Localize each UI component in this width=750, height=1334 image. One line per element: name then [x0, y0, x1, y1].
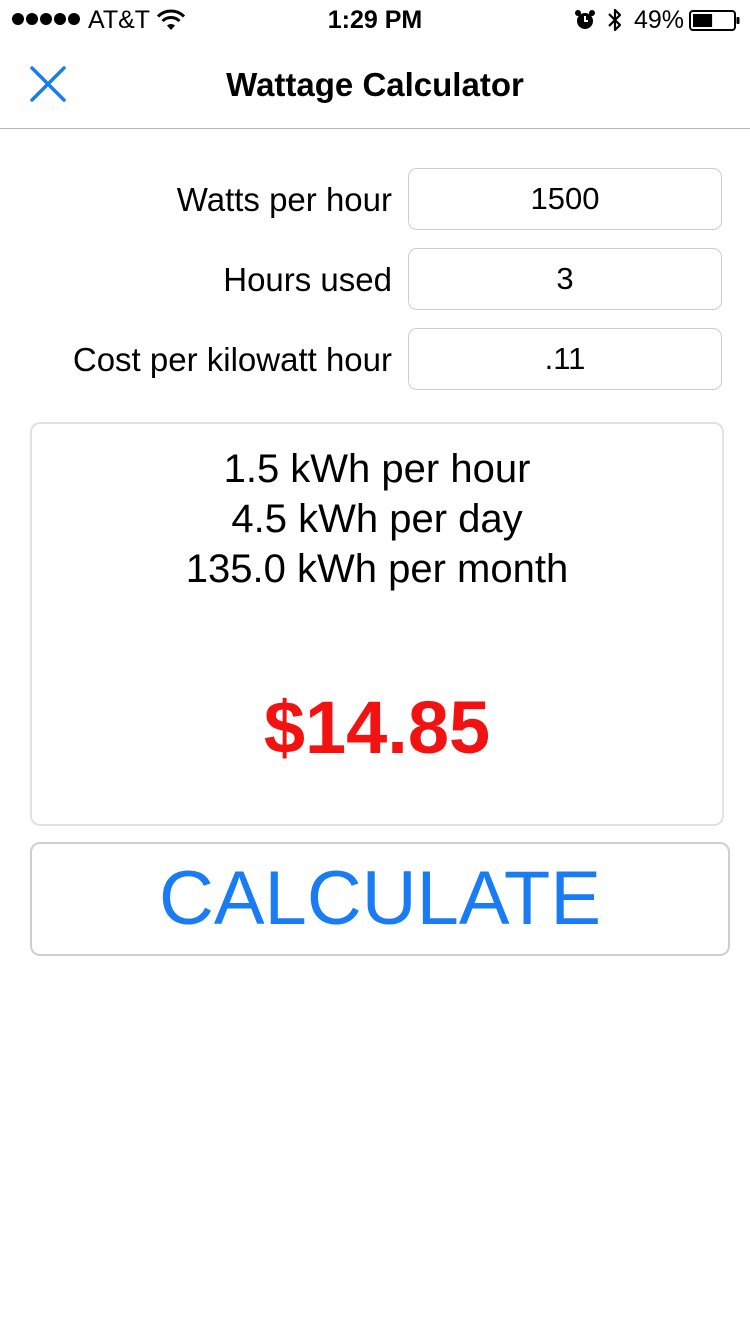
- battery-icon: [689, 10, 740, 31]
- status-bar: AT&T 1:29 PM 49%: [0, 0, 750, 40]
- cost-input[interactable]: [408, 328, 722, 390]
- watts-label: Watts per hour: [176, 181, 392, 218]
- kwh-per-hour: 1.5 kWh per hour: [223, 447, 531, 491]
- cost-label: Cost per kilowatt hour: [72, 341, 392, 378]
- hours-row: Hours used: [0, 248, 750, 312]
- kwh-per-day: 4.5 kWh per day: [231, 497, 523, 541]
- watts-row: Watts per hour: [0, 168, 750, 232]
- battery-fill: [693, 14, 713, 27]
- battery-percent: 49%: [634, 6, 685, 34]
- alarm-icon: [575, 10, 595, 29]
- calculate-button[interactable]: CALCULATE: [30, 842, 730, 956]
- hours-input[interactable]: [408, 248, 722, 310]
- results-panel: 1.5 kWh per hour 4.5 kWh per day 135.0 k…: [30, 422, 724, 826]
- total-cost: $14.85: [263, 686, 491, 769]
- bluetooth-icon: [608, 8, 622, 32]
- cost-row: Cost per kilowatt hour: [0, 328, 750, 392]
- navigation-bar: Wattage Calculator: [0, 40, 750, 129]
- page-title: Wattage Calculator: [226, 66, 524, 103]
- close-button[interactable]: [26, 62, 70, 106]
- hours-label: Hours used: [223, 261, 392, 298]
- watts-input[interactable]: [408, 168, 722, 230]
- kwh-per-month: 135.0 kWh per month: [185, 547, 569, 591]
- close-icon: [30, 66, 66, 102]
